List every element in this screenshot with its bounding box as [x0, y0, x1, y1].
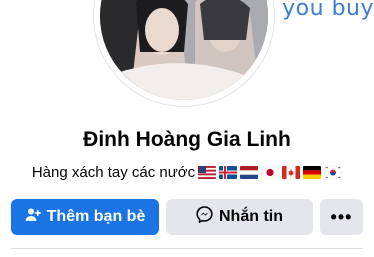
- south-korea-flag-icon: [324, 166, 343, 179]
- message-label: Nhắn tin: [219, 208, 283, 225]
- more-options-button[interactable]: •••: [320, 199, 363, 235]
- profile-name: Đinh Hoàng Gia Linh: [83, 128, 291, 151]
- add-friend-button[interactable]: Thêm bạn bè: [11, 199, 159, 235]
- germany-flag-icon: [303, 166, 322, 179]
- section-divider: [11, 248, 363, 249]
- cover-text: you buy: [282, 0, 374, 21]
- add-person-icon: [25, 207, 41, 228]
- us-flag-icon: [198, 166, 217, 179]
- profile-bio: Hàng xách tay các nước: [0, 164, 374, 181]
- add-friend-label: Thêm bạn bè: [46, 208, 146, 225]
- messenger-icon: [196, 206, 213, 228]
- netherlands-flag-icon: [240, 166, 259, 179]
- message-button[interactable]: Nhắn tin: [166, 199, 313, 235]
- avatar[interactable]: [100, 0, 268, 100]
- profile-picture-frame[interactable]: [94, 0, 274, 106]
- more-icon: •••: [330, 206, 353, 227]
- iceland-flag-icon: [219, 166, 238, 179]
- avatar-photo: [100, 0, 268, 100]
- japan-flag-icon: [261, 166, 280, 179]
- bio-text: Hàng xách tay các nước: [31, 164, 196, 181]
- canada-flag-icon: [282, 166, 301, 179]
